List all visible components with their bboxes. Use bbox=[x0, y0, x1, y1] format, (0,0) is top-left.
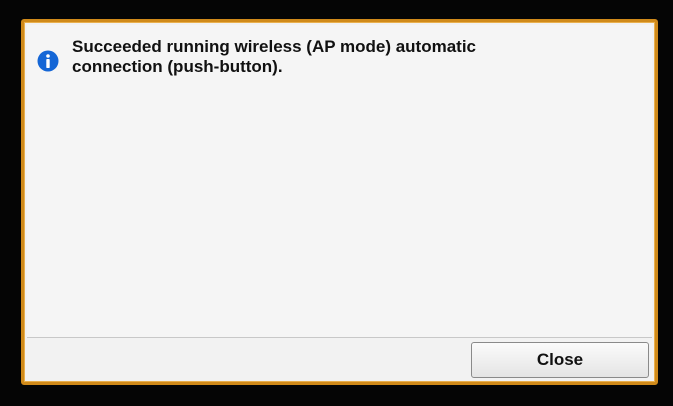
message-area: Succeeded running wireless (AP mode) aut… bbox=[27, 25, 652, 337]
message-dialog: Succeeded running wireless (AP mode) aut… bbox=[21, 19, 658, 385]
dialog-footer: Close bbox=[27, 338, 652, 379]
info-icon bbox=[37, 50, 59, 72]
printer-panel-screen: Succeeded running wireless (AP mode) aut… bbox=[0, 0, 673, 406]
dialog-message: Succeeded running wireless (AP mode) aut… bbox=[72, 37, 477, 76]
close-button[interactable]: Close bbox=[471, 342, 649, 378]
